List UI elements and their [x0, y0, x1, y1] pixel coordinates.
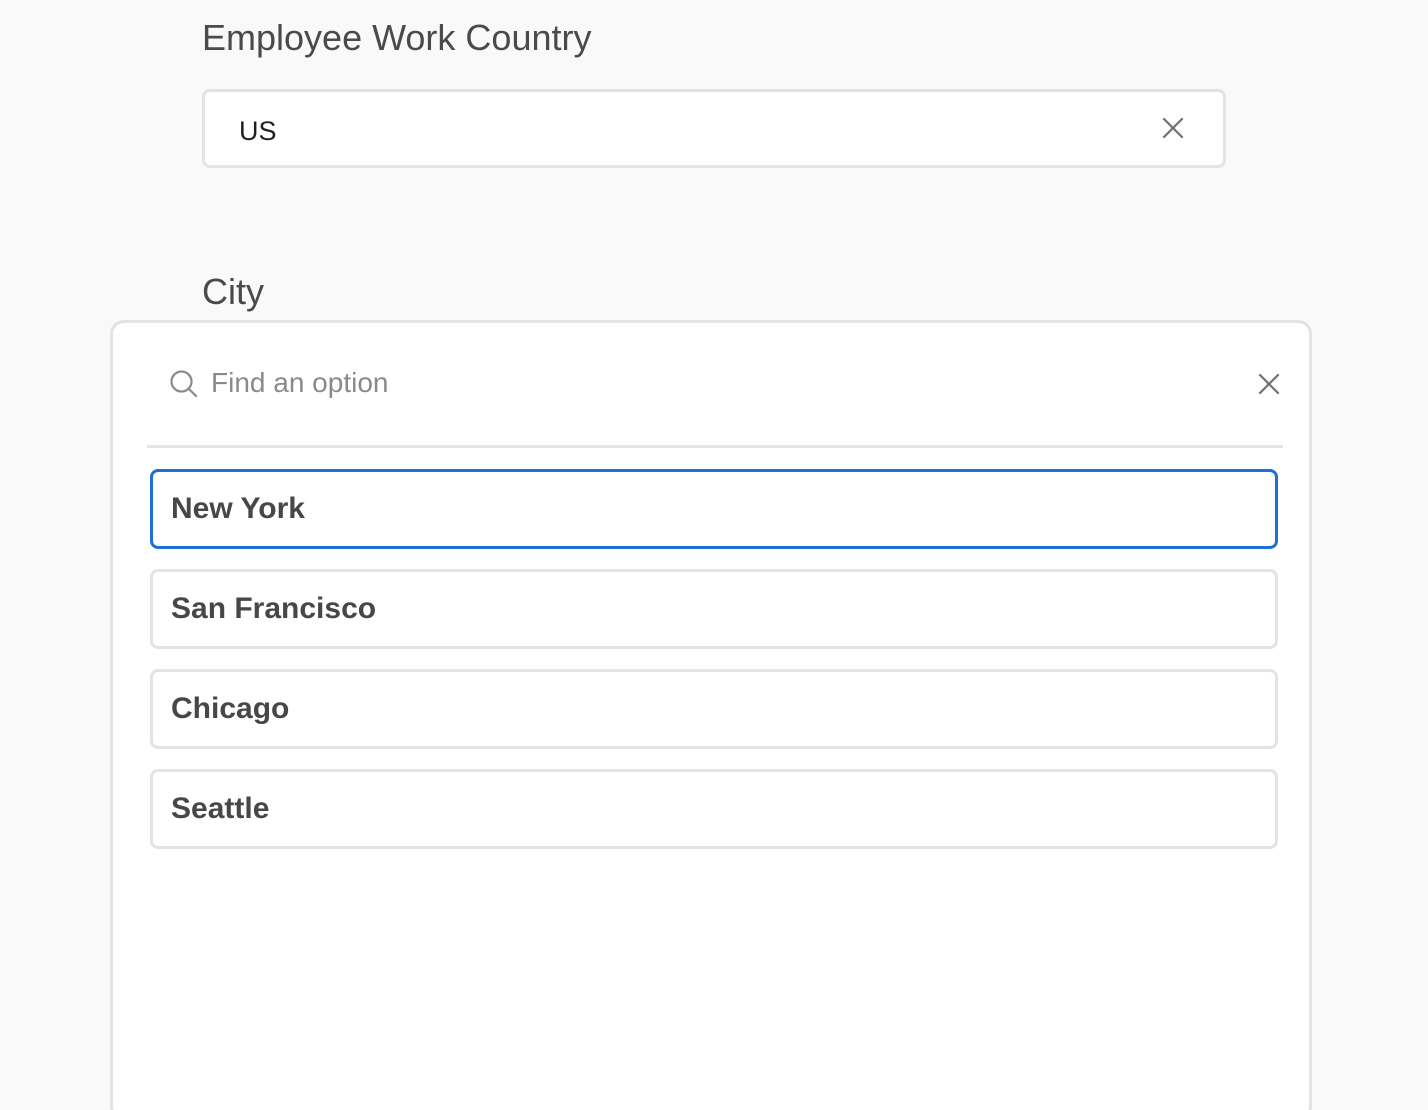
form-page: Employee Work Country US City New York S…	[0, 0, 1428, 1110]
search-icon	[169, 369, 199, 399]
country-field-label: Employee Work Country	[202, 17, 592, 58]
close-dropdown-icon[interactable]	[1255, 370, 1283, 398]
option-search-input[interactable]	[211, 363, 1191, 403]
city-field-label: City	[202, 271, 264, 312]
option-search-row	[147, 323, 1283, 448]
city-dropdown: New York San Francisco Chicago Seattle	[110, 320, 1312, 1110]
country-selected-value: US	[239, 116, 277, 146]
country-select[interactable]: US	[202, 89, 1226, 168]
option-san-francisco[interactable]: San Francisco	[150, 569, 1278, 649]
option-chicago[interactable]: Chicago	[150, 669, 1278, 749]
option-new-york[interactable]: New York	[150, 469, 1278, 549]
option-seattle[interactable]: Seattle	[150, 769, 1278, 849]
clear-country-icon[interactable]	[1159, 114, 1187, 142]
city-options-list: New York San Francisco Chicago Seattle	[150, 469, 1278, 869]
